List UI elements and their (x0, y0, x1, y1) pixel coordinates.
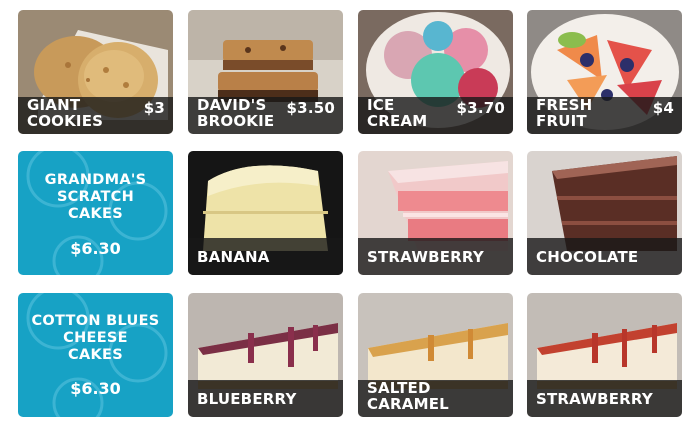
item-price: $4 (652, 99, 674, 117)
salted-caramel-cheesecake-tile[interactable]: SALTED CARAMEL (358, 293, 513, 417)
banana-caption: BANANA (188, 238, 343, 275)
ice-cream-tile[interactable]: ICE CREAM $3.70 (358, 10, 513, 134)
flavor-name: BLUEBERRY (197, 390, 297, 408)
giant-cookies-tile[interactable]: GIANT COOKIES $3 (18, 10, 173, 134)
item-price: $3.50 (286, 99, 335, 117)
chocolate-caption: CHOCOLATE (527, 238, 682, 275)
strawberry-caption: STRAWBERRY (358, 238, 513, 275)
item-name: FRESH FRUIT (536, 96, 593, 130)
item-name: ICE CREAM (367, 96, 428, 130)
section-title: COTTON BLUES CHEESE CAKES (31, 313, 160, 363)
section-price: $6.30 (70, 379, 121, 398)
davids-brookie-tile[interactable]: DAVID'S BROOKIE $3.50 (188, 10, 343, 134)
banana-cake-tile[interactable]: BANANA (188, 151, 343, 275)
strawberry-cheesecake-tile[interactable]: STRAWBERRY (527, 293, 682, 417)
item-name: DAVID'S BROOKIE (197, 96, 275, 130)
flavor-name: CHOCOLATE (536, 248, 639, 266)
strawberry-cake-tile[interactable]: STRAWBERRY (358, 151, 513, 275)
davids-brookie-caption: DAVID'S BROOKIE $3.50 (188, 97, 343, 134)
flavor-name: SALTED CARAMEL (367, 379, 449, 413)
giant-cookies-caption: GIANT COOKIES $3 (18, 97, 173, 134)
item-price: $3.70 (456, 99, 505, 117)
flavor-name: STRAWBERRY (536, 390, 653, 408)
cheese-cakes-header-tile: COTTON BLUES CHEESE CAKES $6.30 (18, 293, 173, 417)
item-price: $3 (143, 99, 165, 117)
fresh-fruit-tile[interactable]: FRESH FRUIT $4 (527, 10, 682, 134)
blueberry-caption: BLUEBERRY (188, 380, 343, 417)
flavor-name: STRAWBERRY (367, 248, 484, 266)
section-title: GRANDMA'S SCRATCH CAKES (44, 172, 147, 222)
flavor-name: BANANA (197, 248, 270, 266)
blueberry-cheesecake-tile[interactable]: BLUEBERRY (188, 293, 343, 417)
scratch-cakes-header-tile: GRANDMA'S SCRATCH CAKES $6.30 (18, 151, 173, 275)
section-price: $6.30 (70, 239, 121, 258)
ice-cream-caption: ICE CREAM $3.70 (358, 97, 513, 134)
item-name: GIANT COOKIES (27, 96, 104, 130)
salted-caramel-caption: SALTED CARAMEL (358, 380, 513, 417)
chocolate-cake-tile[interactable]: CHOCOLATE (527, 151, 682, 275)
strawberry-cheesecake-caption: STRAWBERRY (527, 380, 682, 417)
fresh-fruit-caption: FRESH FRUIT $4 (527, 97, 682, 134)
